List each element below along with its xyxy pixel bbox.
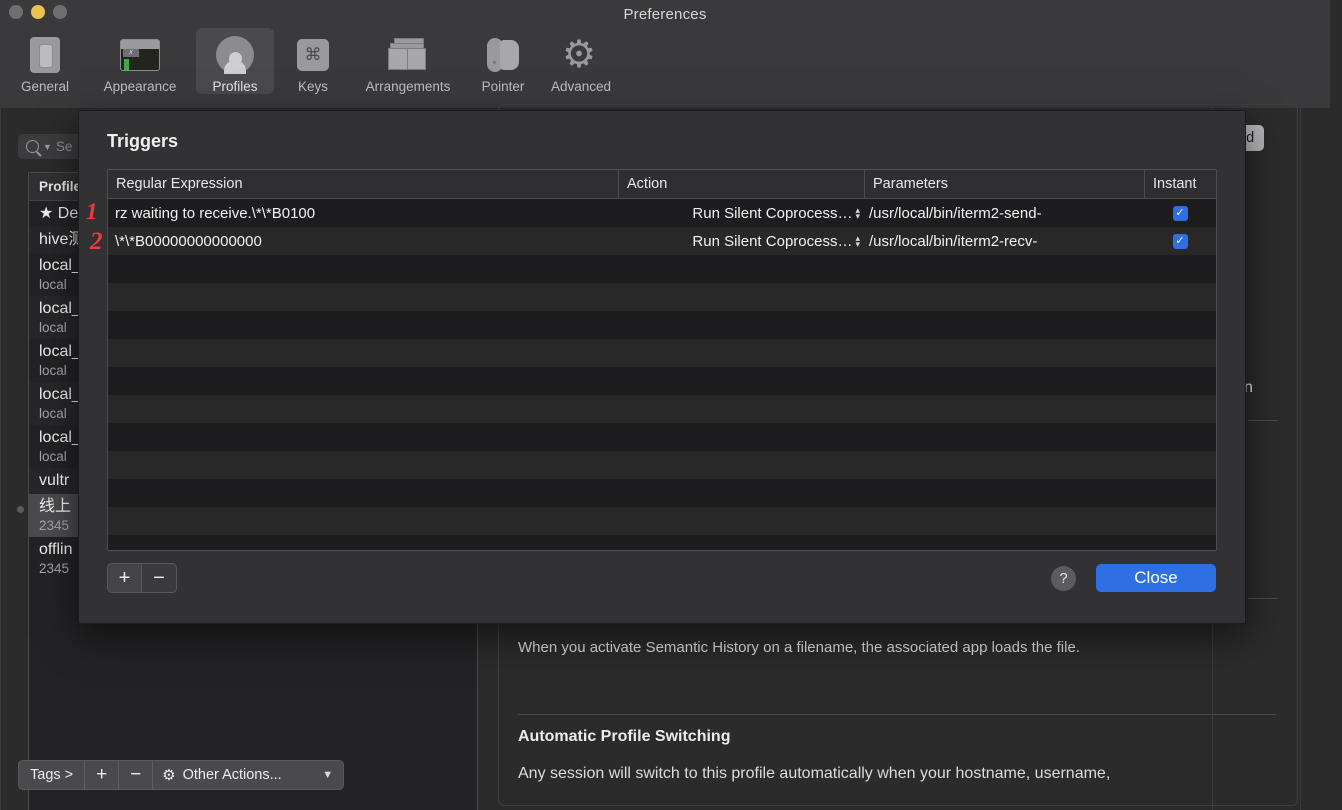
tab-keys-label: Keys (297, 79, 328, 94)
chevron-down-icon[interactable]: ▼ (43, 142, 52, 152)
table-row-empty[interactable] (108, 339, 1216, 367)
right-column-rule-top (1248, 420, 1278, 421)
tab-arrangements[interactable]: Arrangements (352, 28, 464, 94)
table-row-empty[interactable] (108, 479, 1216, 507)
action-label: Run Silent Coprocess… (692, 232, 853, 250)
pointer-icon (480, 32, 526, 78)
table-row-empty[interactable] (108, 283, 1216, 311)
profiles-actions-bar: Tags > + − ⚙ Other Actions... ▼ (18, 760, 345, 790)
right-column-rule-bottom (1248, 598, 1278, 599)
help-button[interactable]: ? (1051, 566, 1076, 591)
title-bar: Preferences (0, 0, 1330, 28)
stepper-updown-icon[interactable]: ▴ ▾ (855, 206, 860, 221)
close-button[interactable]: Close (1096, 564, 1216, 592)
scroll-indicator-dot (17, 506, 24, 513)
triggers-table[interactable]: Regular Expression Action Parameters Ins… (107, 169, 1217, 551)
preferences-toolbar: General x Appearance Profiles ⌘ Keys Arr… (0, 28, 1330, 108)
table-row-empty[interactable] (108, 451, 1216, 479)
cell-parameters[interactable]: /usr/local/bin/iterm2-send- (864, 199, 1144, 227)
table-row-empty[interactable] (108, 367, 1216, 395)
right-column-divider-2 (1300, 108, 1301, 810)
cell-instant[interactable]: ✓ (1144, 199, 1216, 227)
tab-advanced[interactable]: ⚙ Advanced (542, 28, 620, 94)
tags-button[interactable]: Tags > (19, 761, 86, 789)
tab-general[interactable]: General (6, 28, 84, 94)
chevron-down-icon: ▼ (322, 769, 334, 781)
table-row-empty[interactable] (108, 311, 1216, 339)
stepper-updown-icon[interactable]: ▴ ▾ (855, 234, 860, 249)
keys-icon: ⌘ (290, 32, 336, 78)
cell-regular-expression[interactable]: \*\*B00000000000000 (108, 227, 618, 255)
table-body: rz waiting to receive.\*\*B0100 Run Sile… (108, 199, 1216, 550)
instant-checkbox[interactable]: ✓ (1172, 205, 1188, 221)
tab-profiles[interactable]: Profiles (196, 28, 274, 94)
table-row-empty[interactable] (108, 395, 1216, 423)
dialog-title: Triggers (107, 131, 179, 151)
search-placeholder: Se (55, 139, 73, 154)
automatic-profile-switching-description: Any session will switch to this profile … (518, 765, 1111, 782)
cell-action[interactable]: Run Silent Coprocess… ▴ ▾ (618, 199, 864, 227)
tab-pointer[interactable]: Pointer (464, 28, 542, 94)
column-header-parameters[interactable]: Parameters (864, 170, 1144, 198)
tab-keys[interactable]: ⌘ Keys (274, 28, 352, 94)
remove-trigger-button[interactable]: − (142, 564, 176, 592)
cell-regular-expression[interactable]: rz waiting to receive.\*\*B0100 (108, 199, 618, 227)
profiles-icon (212, 32, 258, 78)
action-label: Run Silent Coprocess… (692, 204, 853, 222)
advanced-icon: ⚙ (562, 34, 597, 76)
preferences-window: Preferences General x Appearance Profile… (0, 0, 1342, 810)
table-row-empty[interactable] (108, 423, 1216, 451)
gear-icon: ⚙ (162, 767, 176, 784)
tab-profiles-label: Profiles (212, 79, 258, 94)
table-row-empty[interactable] (108, 535, 1216, 550)
cell-action[interactable]: Run Silent Coprocess… ▴ ▾ (618, 227, 864, 255)
tab-general-label: General (20, 79, 70, 94)
table-row-empty[interactable] (108, 507, 1216, 535)
tab-appearance-label: Appearance (103, 79, 177, 94)
add-profile-button[interactable]: + (85, 761, 120, 789)
traffic-lights (9, 5, 67, 19)
maximize-window-button[interactable] (53, 5, 67, 19)
annotation-marker-1: 1 (86, 199, 98, 224)
cell-parameters[interactable]: /usr/local/bin/iterm2-recv- (864, 227, 1144, 255)
instant-checkbox[interactable]: ✓ (1172, 233, 1188, 249)
other-actions-menu[interactable]: ⚙ Other Actions... ▼ (153, 761, 343, 789)
table-header-row: Regular Expression Action Parameters Ins… (108, 170, 1216, 199)
table-row-empty[interactable] (108, 255, 1216, 283)
remove-profile-button[interactable]: − (119, 761, 154, 789)
general-icon (22, 32, 68, 78)
tab-pointer-label: Pointer (481, 79, 525, 94)
other-actions-label: Other Actions... (182, 767, 282, 783)
trigger-add-remove-group: + − (107, 563, 177, 593)
appearance-icon: x (117, 32, 163, 78)
column-header-instant[interactable]: Instant (1144, 170, 1216, 198)
table-row[interactable]: \*\*B00000000000000 Run Silent Coprocess… (108, 227, 1216, 255)
tab-arrangements-label: Arrangements (365, 79, 451, 94)
column-header-regular-expression[interactable]: Regular Expression (108, 170, 618, 198)
close-window-button[interactable] (9, 5, 23, 19)
minimize-window-button[interactable] (31, 5, 45, 19)
arrangements-icon (385, 32, 431, 78)
tab-advanced-label: Advanced (550, 79, 612, 94)
cell-instant[interactable]: ✓ (1144, 227, 1216, 255)
triggers-dialog: Triggers Regular Expression Action Param… (78, 110, 1246, 624)
semantic-history-description: When you activate Semantic History on a … (518, 639, 1080, 656)
tab-appearance[interactable]: x Appearance (84, 28, 196, 94)
column-header-action[interactable]: Action (618, 170, 864, 198)
table-row[interactable]: rz waiting to receive.\*\*B0100 Run Sile… (108, 199, 1216, 227)
window-title: Preferences (623, 5, 707, 23)
search-icon (26, 140, 39, 153)
annotation-marker-2: 2 (90, 228, 103, 255)
automatic-profile-switching-title: Automatic Profile Switching (518, 728, 731, 745)
section-divider (518, 714, 1276, 715)
add-trigger-button[interactable]: + (108, 564, 142, 592)
